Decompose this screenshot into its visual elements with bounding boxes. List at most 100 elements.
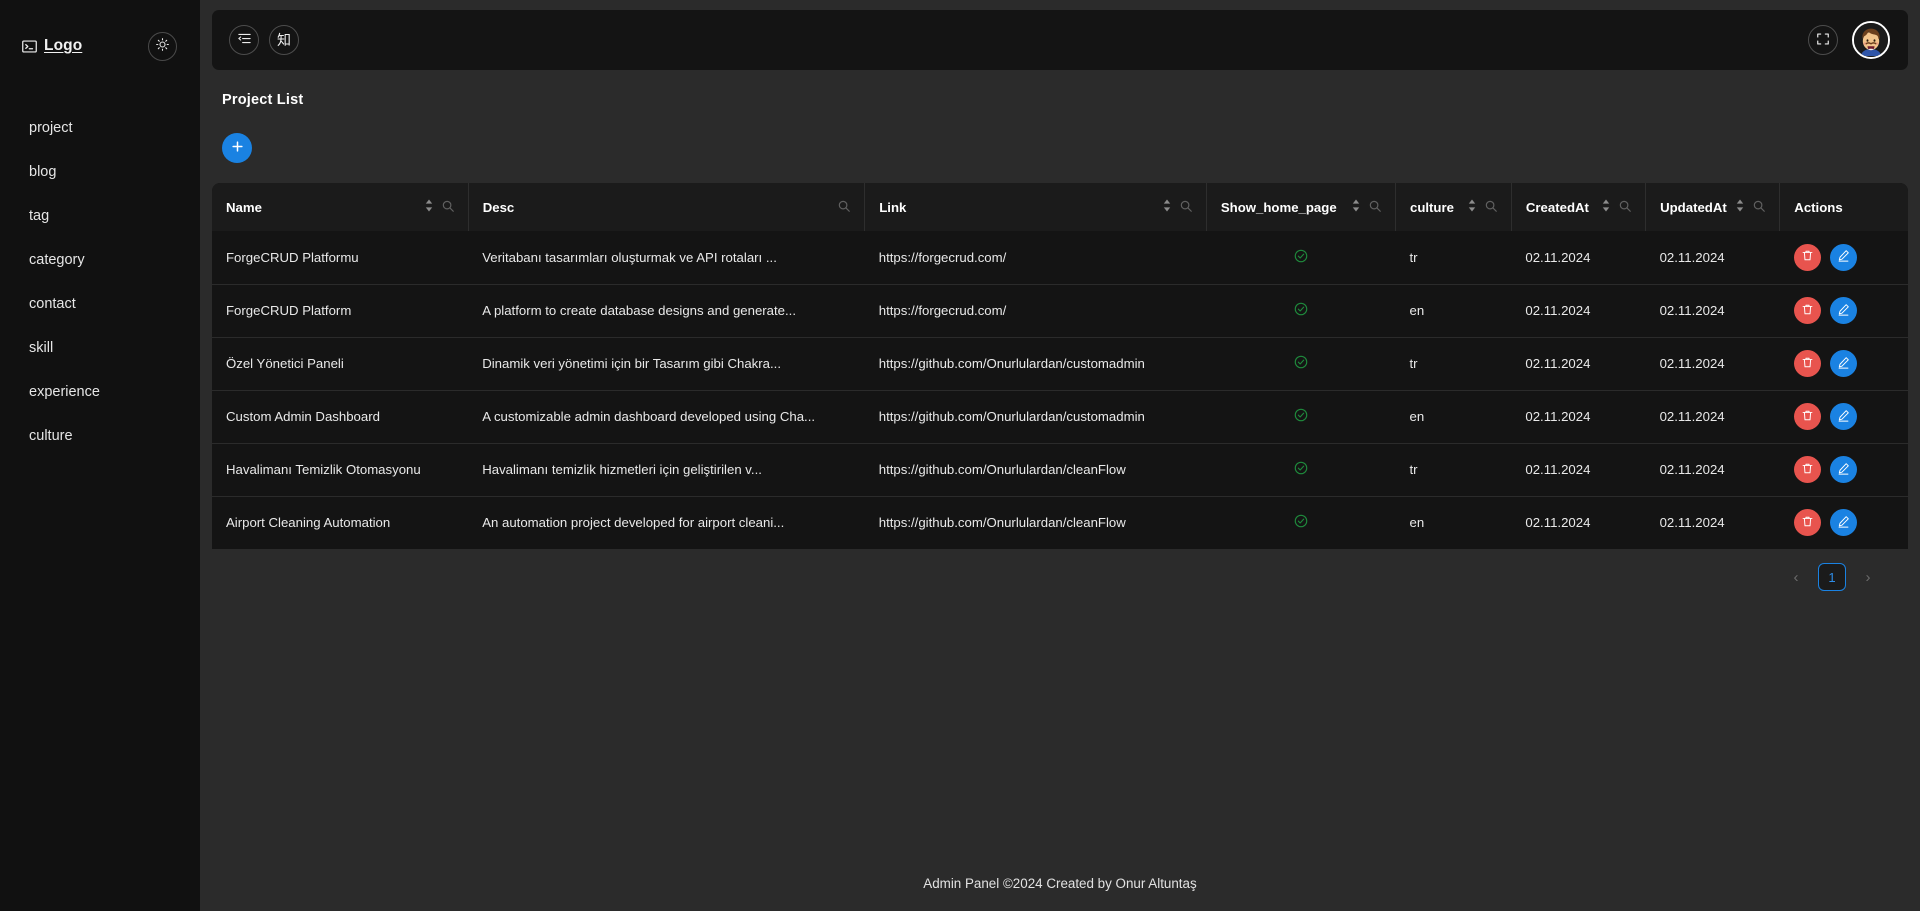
delete-row-button[interactable] (1793, 297, 1821, 324)
column-header-show-home-page[interactable]: Show_home_page (1206, 183, 1396, 231)
cell-desc: Havalimanı temizlik hizmetleri için geli… (482, 462, 762, 477)
theme-toggle-button[interactable] (148, 31, 177, 61)
sidebar-item-contact[interactable]: contact (0, 282, 200, 326)
table-row[interactable]: Custom Admin Dashboard A customizable adm… (212, 390, 1908, 443)
column-label-actions: Actions (1794, 199, 1843, 215)
delete-row-button[interactable] (1793, 509, 1821, 537)
delete-row-button[interactable] (1793, 350, 1821, 377)
sort-toggle-link[interactable] (1163, 199, 1171, 215)
menu-collapse-button[interactable] (229, 25, 259, 55)
search-icon-desc[interactable] (838, 200, 851, 215)
edit-row-button[interactable] (1829, 403, 1857, 430)
logo[interactable]: Logo (22, 37, 82, 55)
delete-row-button[interactable] (1793, 243, 1821, 271)
table-row[interactable]: Airport Cleaning Automation An automation… (212, 496, 1908, 549)
cell-updated-at: 02.11.2024 (1659, 303, 1725, 318)
check-circle-icon (1294, 249, 1308, 266)
cell-link[interactable]: https://forgecrud.com/ (865, 284, 1207, 337)
cell-show-home-page (1206, 496, 1395, 549)
main-area: 知 Project List Name Desc Link Show_home_… (200, 0, 1920, 911)
table-row[interactable]: ForgeCRUD Platformu Veritabanı tasarımlar… (212, 231, 1908, 284)
cell-show-home-page (1206, 284, 1395, 337)
sidebar-item-tag[interactable]: tag (0, 194, 200, 238)
column-label-show-home-page: Show_home_page (1220, 199, 1337, 215)
check-circle-icon (1294, 461, 1308, 478)
language-switch-button[interactable]: 知 (269, 25, 299, 55)
sidebar-item-culture[interactable]: culture (0, 414, 200, 458)
check-circle-icon (1294, 355, 1308, 372)
edit-row-button[interactable] (1829, 350, 1857, 377)
cell-name: Airport Cleaning Automation (226, 515, 391, 531)
app-root: Logo project blog tag category contact s… (0, 0, 1920, 911)
table-row[interactable]: Havalimanı Temizlik Otomasyonu Havalimanı… (212, 443, 1908, 496)
sort-toggle-name[interactable] (425, 199, 433, 215)
sidebar-header: Logo (0, 0, 200, 92)
fullscreen-button[interactable] (1808, 25, 1838, 55)
edit-row-button[interactable] (1829, 243, 1857, 271)
check-circle-icon (1294, 302, 1308, 319)
pagination-page-1[interactable]: 1 (1818, 563, 1846, 591)
search-icon-created-at[interactable] (1619, 200, 1631, 215)
column-header-culture[interactable]: culture (1395, 183, 1512, 231)
search-icon-link[interactable] (1180, 200, 1192, 215)
cell-link[interactable]: https://github.com/Onurlulardan/cleanFlo… (865, 496, 1207, 549)
sort-toggle-culture[interactable] (1468, 199, 1476, 215)
project-table-container: Name Desc Link Show_home_page culture Cr… (212, 183, 1908, 549)
language-glyph: 知 (277, 33, 291, 49)
cell-link[interactable]: https://github.com/Onurlulardan/customad… (865, 390, 1207, 443)
cell-link[interactable]: https://github.com/Onurlulardan/cleanFlo… (865, 443, 1207, 496)
sort-toggle-created-at[interactable] (1602, 199, 1610, 215)
delete-row-button[interactable] (1793, 456, 1821, 483)
table-row[interactable]: ForgeCRUD Platform A platform to create d… (212, 284, 1908, 337)
edit-row-button[interactable] (1829, 297, 1857, 324)
trash-icon (1801, 303, 1814, 319)
pagination-next-button[interactable]: › (1854, 563, 1882, 591)
avatar[interactable] (1852, 21, 1890, 59)
column-label-updated-at: UpdatedAt (1660, 199, 1727, 215)
cell-updated-at: 02.11.2024 (1659, 249, 1725, 265)
column-header-created-at[interactable]: CreatedAt (1511, 183, 1647, 231)
table-row[interactable]: Özel Yönetici Paneli Dinamik veri yönetim… (212, 337, 1908, 390)
cell-created-at: 02.11.2024 (1525, 462, 1591, 477)
search-icon-culture[interactable] (1485, 200, 1497, 215)
search-icon-show-home-page[interactable] (1369, 200, 1381, 215)
cell-actions (1780, 231, 1908, 284)
search-icon-name[interactable] (442, 200, 454, 215)
topbar: 知 (212, 10, 1908, 70)
trash-icon (1801, 515, 1814, 531)
project-table: Name Desc Link Show_home_page culture Cr… (212, 183, 1908, 549)
sidebar-item-experience[interactable]: experience (0, 370, 200, 414)
cell-culture: tr (1409, 249, 1418, 265)
cell-desc: Dinamik veri yönetimi için bir Tasarım g… (482, 356, 781, 371)
sort-toggle-show-home-page[interactable] (1352, 199, 1360, 215)
cell-link[interactable]: https://forgecrud.com/ (865, 231, 1207, 284)
sidebar-item-blog[interactable]: blog (0, 150, 200, 194)
column-header-name[interactable]: Name (212, 183, 469, 231)
sort-toggle-updated-at[interactable] (1736, 199, 1744, 215)
column-label-desc: Desc (482, 199, 515, 215)
chevron-left-icon: ‹ (1793, 568, 1799, 586)
cell-show-home-page (1206, 443, 1395, 496)
cell-created-at: 02.11.2024 (1525, 249, 1591, 265)
cell-culture: en (1409, 515, 1425, 531)
edit-row-button[interactable] (1829, 456, 1857, 483)
trash-icon (1801, 356, 1814, 372)
sidebar-item-project[interactable]: project (0, 106, 200, 150)
search-icon-updated-at[interactable] (1753, 200, 1766, 215)
pencil-icon (1837, 356, 1850, 372)
column-header-desc[interactable]: Desc (468, 183, 866, 231)
add-project-button[interactable] (222, 133, 252, 163)
cell-name: Havalimanı Temizlik Otomasyonu (226, 462, 421, 477)
sun-icon (155, 37, 170, 55)
cell-link[interactable]: https://github.com/Onurlulardan/customad… (865, 337, 1207, 390)
edit-row-button[interactable] (1829, 509, 1857, 537)
column-header-updated-at[interactable]: UpdatedAt (1645, 183, 1781, 231)
cell-show-home-page (1206, 231, 1395, 284)
column-header-link[interactable]: Link (864, 183, 1207, 231)
sidebar-item-skill[interactable]: skill (0, 326, 200, 370)
delete-row-button[interactable] (1793, 403, 1821, 430)
check-circle-icon (1294, 514, 1308, 531)
sidebar-item-category[interactable]: category (0, 238, 200, 282)
cell-name: Custom Admin Dashboard (226, 409, 380, 424)
pagination-prev-button[interactable]: ‹ (1782, 563, 1810, 591)
